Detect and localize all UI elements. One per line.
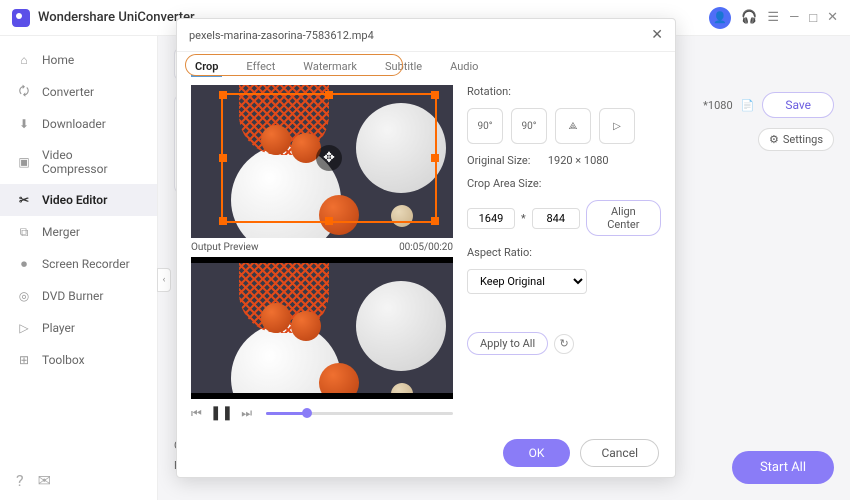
tab-audio[interactable]: Audio bbox=[446, 58, 482, 77]
next-frame-button[interactable]: ⏭ bbox=[241, 406, 252, 421]
crop-dialog: pexels-marina-zasorina-7583612.mp4 ✕ Cro… bbox=[176, 18, 676, 478]
sidebar-item-label: Player bbox=[42, 321, 75, 335]
account-icon[interactable]: 👤 bbox=[709, 7, 731, 29]
rotate-ccw-button[interactable]: 90° bbox=[467, 108, 503, 144]
toolbox-icon: ⊞ bbox=[16, 352, 32, 368]
crop-size-label: Crop Area Size: bbox=[467, 177, 661, 190]
sidebar-item-toolbox[interactable]: ⊞ Toolbox bbox=[0, 344, 157, 376]
rotation-label: Rotation: bbox=[467, 85, 661, 98]
tab-subtitle[interactable]: Subtitle bbox=[381, 58, 426, 77]
sidebar-item-label: DVD Burner bbox=[42, 289, 103, 303]
minimize-button[interactable]: — bbox=[789, 10, 799, 25]
sidebar-item-label: Home bbox=[42, 53, 74, 67]
sidebar-item-home[interactable]: ⌂ Home bbox=[0, 44, 157, 76]
sidebar-item-video-editor[interactable]: ✂ Video Editor bbox=[0, 184, 157, 216]
sidebar: ⌂ Home 🗘 Converter ⬇ Downloader ▣ Video Comp… bbox=[0, 36, 158, 500]
reset-icon[interactable]: ↻ bbox=[554, 334, 574, 354]
prev-frame-button[interactable]: ⏮ bbox=[191, 406, 202, 421]
resolution-text: *1080 bbox=[703, 99, 732, 112]
tab-crop[interactable]: Crop bbox=[191, 58, 222, 77]
sidebar-item-label: Downloader bbox=[42, 117, 106, 131]
merger-icon: ⧉ bbox=[16, 224, 32, 240]
menu-icon[interactable]: ☰ bbox=[767, 10, 779, 25]
sidebar-item-compressor[interactable]: ▣ Video Compressor bbox=[0, 140, 157, 184]
scissors-icon: ✂ bbox=[16, 192, 32, 208]
help-icon[interactable]: ? bbox=[16, 471, 24, 490]
compressor-icon: ▣ bbox=[16, 154, 32, 170]
sidebar-item-player[interactable]: ▷ Player bbox=[0, 312, 157, 344]
pause-button[interactable]: ❚❚ bbox=[210, 405, 233, 421]
feedback-icon[interactable]: ✉ bbox=[38, 471, 51, 490]
sidebar-item-label: Converter bbox=[42, 85, 94, 99]
app-title: Wondershare UniConverter bbox=[38, 10, 195, 25]
ok-button[interactable]: OK bbox=[503, 439, 571, 467]
output-preview bbox=[191, 257, 453, 399]
timecode: 00:05/00:20 bbox=[399, 242, 453, 253]
crop-width-input[interactable] bbox=[467, 208, 515, 229]
crop-preview[interactable]: ✥ bbox=[191, 85, 453, 238]
apply-to-all-button[interactable]: Apply to All bbox=[467, 332, 548, 355]
converter-icon: 🗘 bbox=[16, 84, 32, 100]
sidebar-item-label: Merger bbox=[42, 225, 80, 239]
output-preview-label: Output Preview bbox=[191, 242, 258, 253]
sidebar-item-dvd-burner[interactable]: ◎ DVD Burner bbox=[0, 280, 157, 312]
tab-watermark[interactable]: Watermark bbox=[299, 58, 361, 77]
close-button[interactable]: ✕ bbox=[827, 10, 838, 25]
download-icon: ⬇ bbox=[16, 116, 32, 132]
flip-vertical-button[interactable]: ▷ bbox=[599, 108, 635, 144]
app-logo-icon bbox=[12, 9, 30, 27]
aspect-ratio-select[interactable]: Keep Original bbox=[467, 269, 587, 294]
support-icon[interactable]: 🎧 bbox=[741, 10, 757, 25]
home-icon: ⌂ bbox=[16, 52, 32, 68]
start-all-button[interactable]: Start All bbox=[732, 451, 834, 484]
dialog-tabs: Crop Effect Watermark Subtitle Audio bbox=[177, 52, 675, 85]
original-size-label: Original Size: bbox=[467, 154, 530, 167]
gear-icon: ⚙ bbox=[769, 133, 779, 146]
original-size-value: 1920 × 1080 bbox=[548, 154, 609, 167]
crop-height-input[interactable] bbox=[532, 208, 580, 229]
rotate-cw-button[interactable]: 90° bbox=[511, 108, 547, 144]
disc-icon: ◎ bbox=[16, 288, 32, 304]
sidebar-item-downloader[interactable]: ⬇ Downloader bbox=[0, 108, 157, 140]
crop-box[interactable]: ✥ bbox=[221, 93, 437, 223]
sidebar-item-label: Video Editor bbox=[42, 193, 107, 207]
tab-effect[interactable]: Effect bbox=[242, 58, 279, 77]
aspect-ratio-label: Aspect Ratio: bbox=[467, 246, 661, 259]
record-icon: ⏺ bbox=[16, 256, 32, 272]
move-icon[interactable]: ✥ bbox=[316, 145, 342, 171]
seek-slider[interactable] bbox=[266, 412, 453, 415]
sidebar-item-label: Video Compressor bbox=[42, 148, 141, 176]
sidebar-item-converter[interactable]: 🗘 Converter bbox=[0, 76, 157, 108]
flip-horizontal-button[interactable]: ⟁ bbox=[555, 108, 591, 144]
sidebar-item-label: Toolbox bbox=[42, 353, 85, 367]
align-center-button[interactable]: Align Center bbox=[586, 200, 661, 236]
sidebar-item-label: Screen Recorder bbox=[42, 257, 130, 271]
play-icon: ▷ bbox=[16, 320, 32, 336]
crop-sep: * bbox=[521, 212, 526, 225]
output-settings-icon[interactable]: 📄 bbox=[741, 99, 755, 112]
close-dialog-button[interactable]: ✕ bbox=[651, 27, 663, 43]
settings-button[interactable]: ⚙Settings bbox=[758, 128, 834, 151]
cancel-button[interactable]: Cancel bbox=[580, 439, 659, 467]
sidebar-item-merger[interactable]: ⧉ Merger bbox=[0, 216, 157, 248]
playback-controls: ⏮ ❚❚ ⏭ bbox=[191, 399, 453, 421]
collapse-sidebar-button[interactable]: ‹ bbox=[157, 268, 171, 292]
save-button[interactable]: Save bbox=[762, 92, 834, 118]
dialog-filename: pexels-marina-zasorina-7583612.mp4 bbox=[189, 29, 374, 42]
sidebar-item-screen-recorder[interactable]: ⏺ Screen Recorder bbox=[0, 248, 157, 280]
maximize-button[interactable]: □ bbox=[809, 10, 817, 26]
